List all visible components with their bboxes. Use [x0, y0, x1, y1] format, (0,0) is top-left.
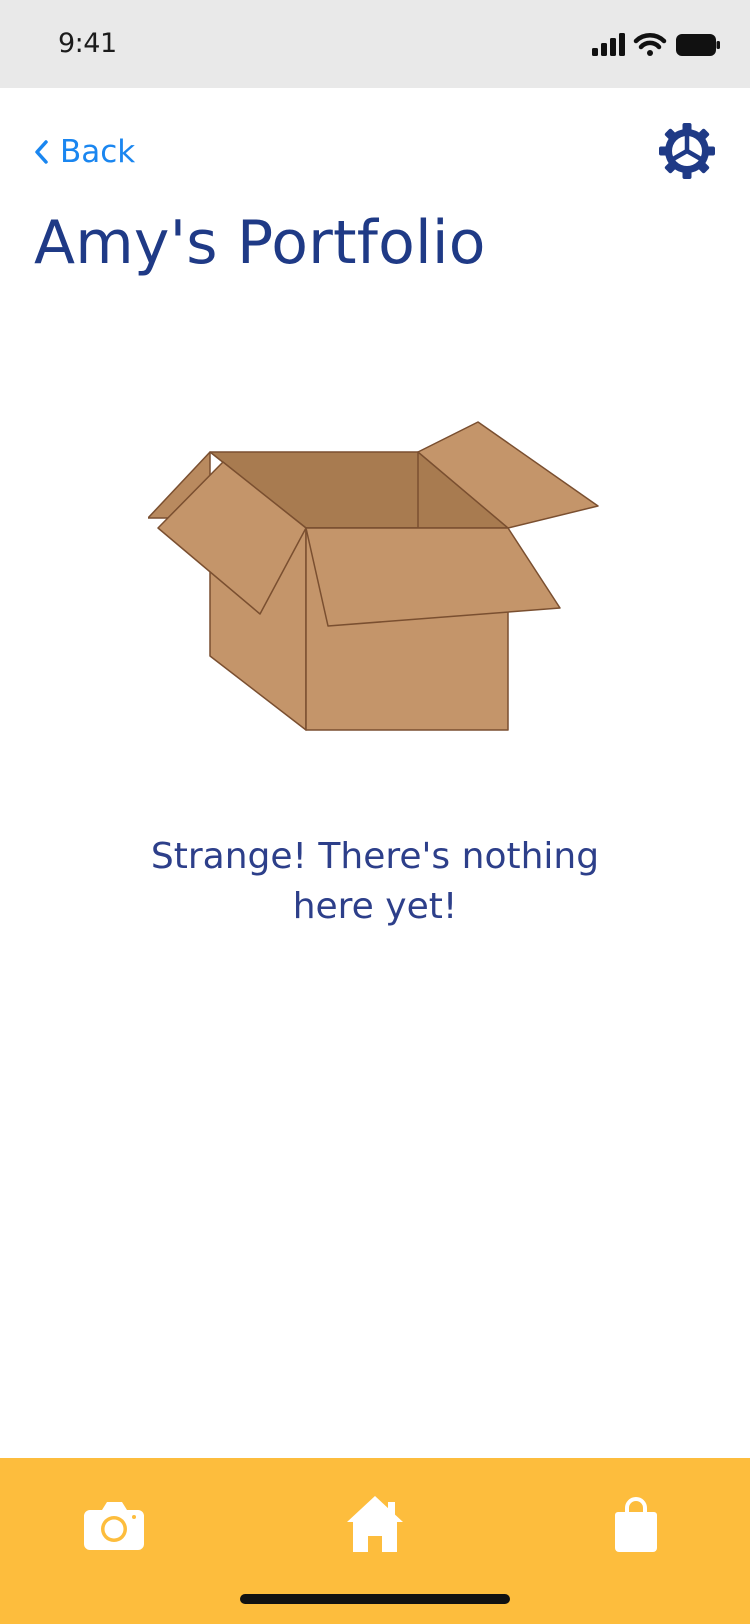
- tab-camera[interactable]: [78, 1492, 150, 1556]
- back-label: Back: [60, 134, 136, 170]
- battery-icon: [676, 34, 720, 56]
- empty-state-line-1: Strange! There's nothing: [150, 836, 600, 877]
- status-time: 9:41: [58, 28, 117, 59]
- camera-icon: [84, 1502, 144, 1550]
- phone-screen: 9:41 Back Amy's Portfolio Strange! There…: [0, 0, 750, 1624]
- back-button[interactable]: Back: [32, 130, 135, 174]
- open-box-icon: [148, 421, 599, 731]
- settings-button[interactable]: [658, 122, 716, 180]
- wifi-icon: [633, 33, 667, 56]
- tab-shopping-bag[interactable]: [600, 1492, 672, 1556]
- home-indicator: [240, 1594, 510, 1604]
- home-icon: [347, 1496, 403, 1552]
- page-title: Amy's Portfolio: [34, 208, 486, 278]
- empty-state-line-2: here yet!: [292, 886, 458, 927]
- signal-bars-icon: [592, 33, 625, 56]
- shopping-bag-icon: [615, 1497, 657, 1552]
- empty-state-message: Strange! There's nothing here yet!: [75, 832, 675, 932]
- status-bar: 9:41: [0, 0, 750, 88]
- chevron-left-icon: [35, 140, 48, 164]
- gear-icon: [659, 123, 715, 179]
- tab-home[interactable]: [339, 1492, 411, 1556]
